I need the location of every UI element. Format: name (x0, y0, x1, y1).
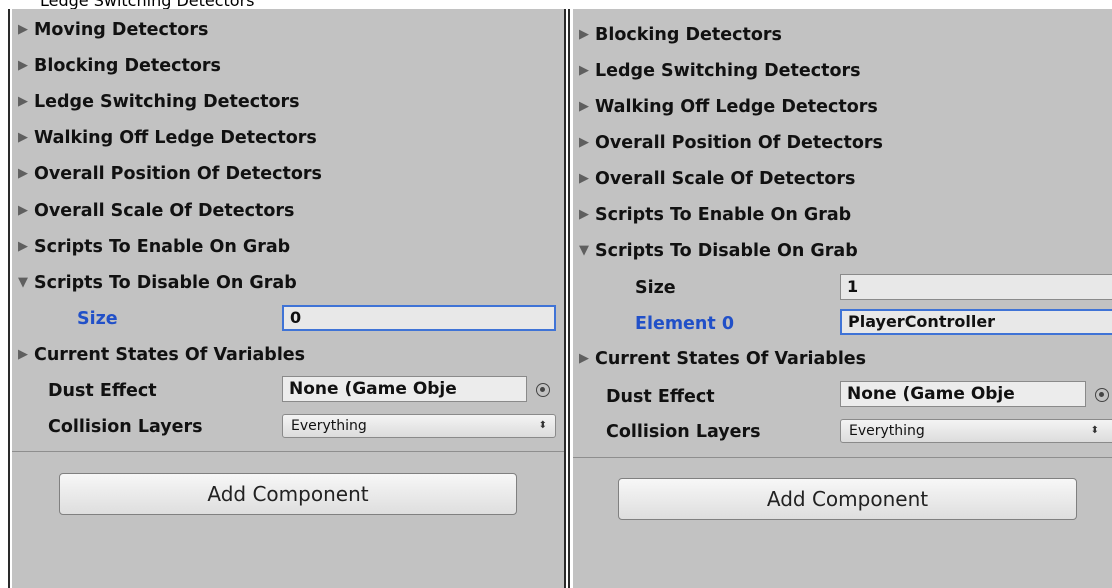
foldout-current-states[interactable]: ▶ Current States Of Variables (573, 344, 866, 374)
size-label: Size (77, 309, 118, 329)
size-field[interactable]: 0 (282, 305, 556, 331)
foldout-label: Scripts To Enable On Grab (595, 205, 852, 225)
collapsed-arrow-icon: ▶ (18, 130, 28, 145)
separator-line (573, 457, 1112, 458)
foldout-walking-off-ledge-detectors[interactable]: ▶ Walking Off Ledge Detectors (12, 123, 317, 153)
separator-line (12, 451, 564, 452)
collapsed-arrow-icon: ▶ (579, 171, 589, 186)
foldout-overall-scale[interactable]: ▶ Overall Scale Of Detectors (12, 196, 294, 226)
foldout-label: Walking Off Ledge Detectors (595, 97, 878, 117)
foldout-overall-scale[interactable]: ▶ Overall Scale Of Detectors (573, 164, 855, 194)
foldout-ledge-switching-detectors[interactable]: ▶ Ledge Switching Detectors (12, 87, 300, 117)
foldout-label: Current States Of Variables (595, 349, 867, 369)
cropped-top-text: Ledge Switching Detectors (0, 0, 1112, 9)
collapsed-arrow-icon: ▶ (18, 22, 28, 37)
foldout-scripts-enable[interactable]: ▶ Scripts To Enable On Grab (12, 232, 290, 262)
dust-effect-label: Dust Effect (606, 387, 715, 407)
collapsed-arrow-icon: ▶ (579, 207, 589, 222)
foldout-overall-position[interactable]: ▶ Overall Position Of Detectors (573, 128, 883, 158)
foldout-label: Walking Off Ledge Detectors (34, 128, 317, 148)
foldout-label: Overall Position Of Detectors (595, 133, 883, 153)
foldout-label: Scripts To Disable On Grab (595, 241, 858, 261)
panel-divider-inner (568, 9, 570, 588)
foldout-label: Scripts To Enable On Grab (34, 237, 291, 257)
dropdown-arrow-icon: ⬍ (538, 420, 547, 431)
foldout-scripts-enable[interactable]: ▶ Scripts To Enable On Grab (573, 200, 851, 230)
dropdown-value: Everything (291, 418, 367, 434)
object-picker-icon[interactable] (1095, 388, 1109, 402)
size-label: Size (635, 278, 676, 298)
foldout-moving-detectors[interactable]: ▶ Moving Detectors (12, 15, 208, 45)
dropdown-value: Everything (849, 423, 925, 439)
foldout-label: Blocking Detectors (595, 25, 782, 45)
collapsed-arrow-icon: ▶ (18, 203, 28, 218)
add-component-button[interactable]: Add Component (618, 478, 1077, 520)
panel-divider[interactable] (564, 9, 566, 588)
foldout-label: Overall Position Of Detectors (34, 164, 322, 184)
collapsed-arrow-icon: ▶ (18, 347, 28, 362)
inspector-panel-left: ▶ Moving Detectors ▶ Blocking Detectors ▶ L… (12, 9, 564, 588)
size-field[interactable]: 1 (840, 274, 1112, 300)
collapsed-arrow-icon: ▶ (579, 351, 589, 366)
collapsed-arrow-icon: ▶ (18, 94, 28, 109)
cropped-label: Ledge Switching Detectors (40, 0, 255, 9)
left-frame-border (8, 9, 10, 588)
dust-effect-field[interactable]: None (Game Obje (840, 381, 1086, 407)
foldout-label: Current States Of Variables (34, 345, 306, 365)
collision-layers-dropdown[interactable]: Everything ⬍ (282, 414, 556, 438)
dust-effect-field[interactable]: None (Game Obje (282, 376, 527, 402)
collision-layers-label: Collision Layers (48, 417, 203, 437)
foldout-scripts-disable[interactable]: ▼ Scripts To Disable On Grab (573, 236, 858, 266)
collision-layers-dropdown[interactable]: Everything ⬍ (840, 419, 1112, 443)
inspector-panel-right: ▶ Blocking Detectors ▶ Ledge Switching Det… (573, 9, 1112, 588)
foldout-label: Ledge Switching Detectors (34, 92, 300, 112)
foldout-current-states[interactable]: ▶ Current States Of Variables (12, 340, 305, 370)
collapsed-arrow-icon: ▶ (18, 58, 28, 73)
foldout-ledge-switching-detectors[interactable]: ▶ Ledge Switching Detectors (573, 56, 861, 86)
object-picker-icon[interactable] (536, 383, 550, 397)
foldout-label: Moving Detectors (34, 20, 209, 40)
element-0-label: Element 0 (635, 314, 735, 334)
collapsed-arrow-icon: ▶ (18, 239, 28, 254)
expanded-arrow-icon: ▼ (579, 243, 589, 258)
collapsed-arrow-icon: ▶ (18, 166, 28, 181)
foldout-blocking-detectors[interactable]: ▶ Blocking Detectors (573, 20, 782, 50)
element-0-field[interactable]: PlayerController (840, 309, 1112, 335)
add-component-button[interactable]: Add Component (59, 473, 517, 515)
foldout-walking-off-ledge-detectors[interactable]: ▶ Walking Off Ledge Detectors (573, 92, 878, 122)
foldout-label: Overall Scale Of Detectors (34, 201, 295, 221)
collapsed-arrow-icon: ▶ (579, 135, 589, 150)
foldout-label: Ledge Switching Detectors (595, 61, 861, 81)
foldout-blocking-detectors[interactable]: ▶ Blocking Detectors (12, 51, 221, 81)
foldout-scripts-disable[interactable]: ▼ Scripts To Disable On Grab (12, 268, 297, 298)
collision-layers-label: Collision Layers (606, 422, 761, 442)
expanded-arrow-icon: ▼ (18, 275, 28, 290)
inspector-split-view: Ledge Switching Detectors ▶ Moving Detect… (0, 0, 1112, 588)
foldout-label: Overall Scale Of Detectors (595, 169, 856, 189)
foldout-overall-position[interactable]: ▶ Overall Position Of Detectors (12, 159, 322, 189)
collapsed-arrow-icon: ▶ (579, 63, 589, 78)
foldout-label: Blocking Detectors (34, 56, 221, 76)
collapsed-arrow-icon: ▶ (579, 99, 589, 114)
foldout-label: Scripts To Disable On Grab (34, 273, 297, 293)
dust-effect-label: Dust Effect (48, 381, 157, 401)
collapsed-arrow-icon: ▶ (579, 27, 589, 42)
dropdown-arrow-icon: ⬍ (1090, 425, 1099, 436)
